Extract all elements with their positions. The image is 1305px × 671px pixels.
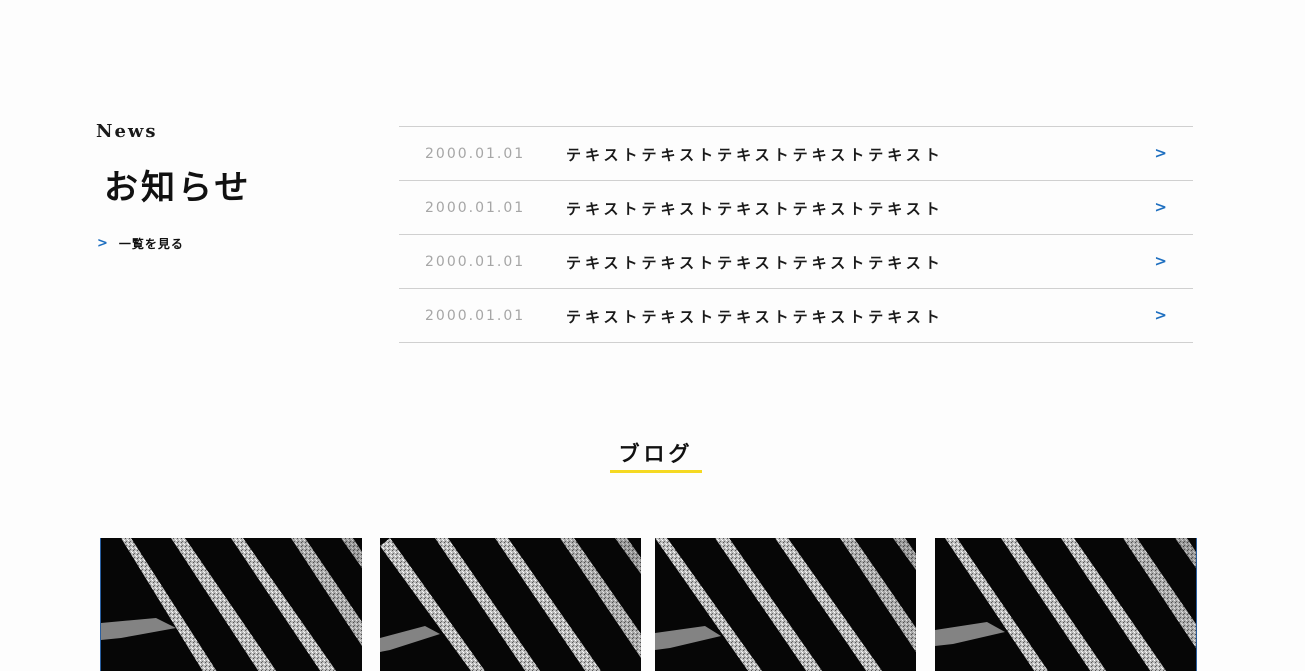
page: News お知らせ > 一覧を見る 2000.01.01 テキストテキストテキス… — [0, 0, 1305, 671]
news-title: テキストテキストテキストテキストテキスト — [566, 200, 944, 218]
blog-card-image — [101, 538, 362, 671]
chevron-right-icon: > — [1154, 306, 1167, 324]
blog-card-image — [655, 538, 916, 671]
chevron-right-icon: > — [1154, 198, 1167, 216]
blog-card[interactable] — [655, 538, 916, 671]
blog-card[interactable] — [380, 538, 641, 671]
news-date: 2000.01.01 — [425, 254, 526, 270]
news-item[interactable]: 2000.01.01 テキストテキストテキストテキストテキスト > — [399, 181, 1193, 235]
blog-card[interactable] — [100, 538, 362, 671]
news-date: 2000.01.01 — [425, 200, 526, 216]
chevron-right-icon: > — [1154, 252, 1167, 270]
chevron-right-icon: > — [1154, 144, 1167, 162]
view-all-label: 一覧を見る — [118, 237, 184, 251]
news-item[interactable]: 2000.01.01 テキストテキストテキストテキストテキスト > — [399, 235, 1193, 289]
blog-heading: ブログ — [618, 442, 694, 466]
news-item[interactable]: 2000.01.01 テキストテキストテキストテキストテキスト > — [399, 127, 1193, 181]
news-list: 2000.01.01 テキストテキストテキストテキストテキスト > 2000.0… — [399, 126, 1193, 343]
news-date: 2000.01.01 — [425, 308, 526, 324]
blog-card-image — [935, 538, 1196, 671]
news-title: テキストテキストテキストテキストテキスト — [566, 308, 944, 326]
news-label-en: News — [96, 121, 158, 142]
news-title: テキストテキストテキストテキストテキスト — [566, 254, 944, 272]
news-date: 2000.01.01 — [425, 146, 526, 162]
news-title: テキストテキストテキストテキストテキスト — [566, 146, 944, 164]
chevron-right-icon: > — [97, 236, 109, 251]
news-item[interactable]: 2000.01.01 テキストテキストテキストテキストテキスト > — [399, 289, 1193, 343]
blog-card[interactable] — [935, 538, 1197, 671]
view-all-link[interactable]: > 一覧を見る — [97, 235, 184, 252]
blog-heading-underline — [610, 470, 702, 473]
news-heading: お知らせ — [104, 168, 252, 208]
blog-card-image — [380, 538, 641, 671]
